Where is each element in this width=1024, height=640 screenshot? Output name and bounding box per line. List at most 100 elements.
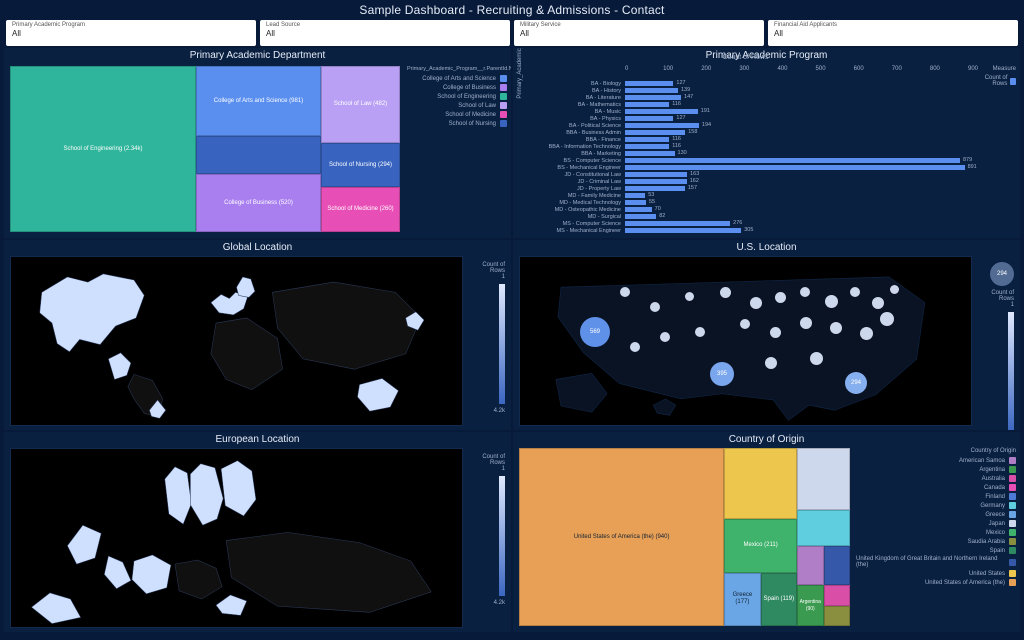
- map-bubble[interactable]: [620, 287, 630, 297]
- bar[interactable]: [625, 88, 678, 93]
- bar-row[interactable]: BBA - Business Admin158: [519, 129, 968, 136]
- bar[interactable]: [625, 116, 673, 121]
- bar-row[interactable]: MS - Computer Science276: [519, 220, 968, 227]
- bar-row[interactable]: BA - Mathematics116: [519, 101, 968, 108]
- panel-primary-program[interactable]: Primary Academic Program Count of Rows 0…: [513, 48, 1020, 238]
- bar-row[interactable]: BA - Physics127: [519, 115, 968, 122]
- panel-primary-department[interactable]: Primary Academic Department School of En…: [4, 48, 511, 238]
- bar[interactable]: [625, 165, 965, 170]
- map-bubble[interactable]: [800, 287, 810, 297]
- bar-row[interactable]: BA - Political Science194: [519, 122, 968, 129]
- panel-country-origin[interactable]: Country of Origin United States of Ameri…: [513, 432, 1020, 632]
- filter-military[interactable]: Military Service All: [514, 20, 764, 46]
- map-bubble[interactable]: [685, 292, 694, 301]
- bar[interactable]: [625, 95, 681, 100]
- treemap-tile-spain[interactable]: Spain (119): [761, 573, 797, 626]
- treemap-tile-business[interactable]: College of Business (520): [196, 174, 321, 232]
- bar[interactable]: [625, 179, 687, 184]
- map-bubble[interactable]: [765, 357, 777, 369]
- bar-row[interactable]: BA - History139: [519, 87, 968, 94]
- map-bubble[interactable]: [660, 332, 670, 342]
- bar-row[interactable]: MD - Osteopathic Medicine70: [519, 206, 968, 213]
- bar-row[interactable]: BBA - Information Technology116: [519, 143, 968, 150]
- map-bubble[interactable]: [830, 322, 842, 334]
- bar[interactable]: [625, 123, 699, 128]
- bar[interactable]: [625, 172, 687, 177]
- panel-us-location[interactable]: U.S. Location 569 395 294: [513, 240, 1020, 430]
- map-bubble[interactable]: [860, 327, 873, 340]
- map-bubble-fl[interactable]: 294: [845, 372, 867, 394]
- bar[interactable]: [625, 221, 730, 226]
- map-global[interactable]: [10, 256, 463, 426]
- map-bubble[interactable]: [740, 319, 750, 329]
- map-bubble[interactable]: [890, 285, 899, 294]
- map-bubble[interactable]: [810, 352, 823, 365]
- treemap-tile-grey1[interactable]: [797, 448, 850, 510]
- treemap-tile-law[interactable]: School of Law (482): [321, 66, 400, 143]
- bar-row[interactable]: BBA - Marketing130: [519, 150, 968, 157]
- bar-row[interactable]: BA - Music191: [519, 108, 968, 115]
- bar-row[interactable]: JD - Property Law157: [519, 185, 968, 192]
- bar-row[interactable]: MD - Surgical82: [519, 213, 968, 220]
- treemap-tile-greece[interactable]: Greece (177): [724, 573, 760, 626]
- bar-row[interactable]: JD - Criminal Law162: [519, 178, 968, 185]
- bar-row[interactable]: BS - Mechanical Engineer891: [519, 164, 968, 171]
- filter-finaid[interactable]: Financial Aid Applicants All: [768, 20, 1018, 46]
- bar-row[interactable]: BA - Biology127: [519, 80, 968, 87]
- treemap-tile-purple[interactable]: [797, 546, 823, 585]
- filter-program[interactable]: Primary Academic Program All: [6, 20, 256, 46]
- treemap-tile-nursing[interactable]: School of Nursing (294): [321, 143, 400, 187]
- treemap-tile-usa[interactable]: United States of America (the) (940): [519, 448, 724, 626]
- map-bubble[interactable]: [880, 312, 894, 326]
- bar-row[interactable]: MD - Medical Technology55: [519, 199, 968, 206]
- map-bubble[interactable]: [695, 327, 705, 337]
- treemap-tile-navy[interactable]: [824, 546, 850, 585]
- bar-row[interactable]: JD - Constitutional Law163: [519, 171, 968, 178]
- bar-row[interactable]: MD - Family Medicine53: [519, 192, 968, 199]
- bar[interactable]: [625, 144, 669, 149]
- treemap-tile-nursing-top[interactable]: [196, 136, 321, 174]
- bar-row[interactable]: BBA - Finance116: [519, 136, 968, 143]
- treemap-tile-olive[interactable]: [824, 606, 850, 626]
- treemap-tile-medicine[interactable]: School of Medicine (260): [321, 187, 400, 232]
- bar[interactable]: [625, 193, 645, 198]
- map-bubble[interactable]: [850, 287, 860, 297]
- map-bubble[interactable]: [720, 287, 731, 298]
- bar[interactable]: [625, 137, 669, 142]
- treemap-tile-arts[interactable]: College of Arts and Science (981): [196, 66, 321, 136]
- map-bubble-ca[interactable]: 569: [580, 317, 610, 347]
- bar[interactable]: [625, 109, 698, 114]
- map-bubble[interactable]: [872, 297, 884, 309]
- bar[interactable]: [625, 130, 685, 135]
- treemap-tile-pink[interactable]: [824, 585, 850, 606]
- map-bubble[interactable]: [800, 317, 812, 329]
- map-europe[interactable]: [10, 448, 463, 628]
- bar[interactable]: [625, 186, 685, 191]
- bar[interactable]: [625, 200, 646, 205]
- map-bubble[interactable]: [750, 297, 762, 309]
- bar-row[interactable]: MS - Mechanical Engineer305: [519, 227, 968, 234]
- bar[interactable]: [625, 214, 656, 219]
- map-bubble[interactable]: [825, 295, 838, 308]
- treemap-tile-engineering[interactable]: School of Engineering (2.34k): [10, 66, 196, 232]
- bar[interactable]: [625, 151, 675, 156]
- bar[interactable]: [625, 81, 673, 86]
- map-us[interactable]: 569 395 294: [519, 256, 972, 426]
- bar[interactable]: [625, 228, 741, 233]
- bar[interactable]: [625, 102, 669, 107]
- treemap-tile-gold[interactable]: [724, 448, 797, 519]
- treemap-tile-argentina[interactable]: Argentina (90): [797, 585, 823, 626]
- panel-european-location[interactable]: European Location Count of Rows 1 4.2k: [4, 432, 511, 632]
- map-bubble[interactable]: [650, 302, 660, 312]
- filter-leadsource[interactable]: Lead Source All: [260, 20, 510, 46]
- map-bubble[interactable]: [775, 292, 786, 303]
- map-bubble[interactable]: [630, 342, 640, 352]
- map-bubble-tx[interactable]: 395: [710, 362, 734, 386]
- map-bubble[interactable]: [770, 327, 781, 338]
- treemap-tile-mexico[interactable]: Mexico (211): [724, 519, 797, 572]
- panel-global-location[interactable]: Global Location Count of Rows 1 4.2k: [4, 240, 511, 430]
- bar[interactable]: [625, 158, 960, 163]
- treemap-tile-cyan[interactable]: [797, 510, 850, 546]
- bar-row[interactable]: BA - Literature147: [519, 94, 968, 101]
- bar-row[interactable]: BS - Computer Science879: [519, 157, 968, 164]
